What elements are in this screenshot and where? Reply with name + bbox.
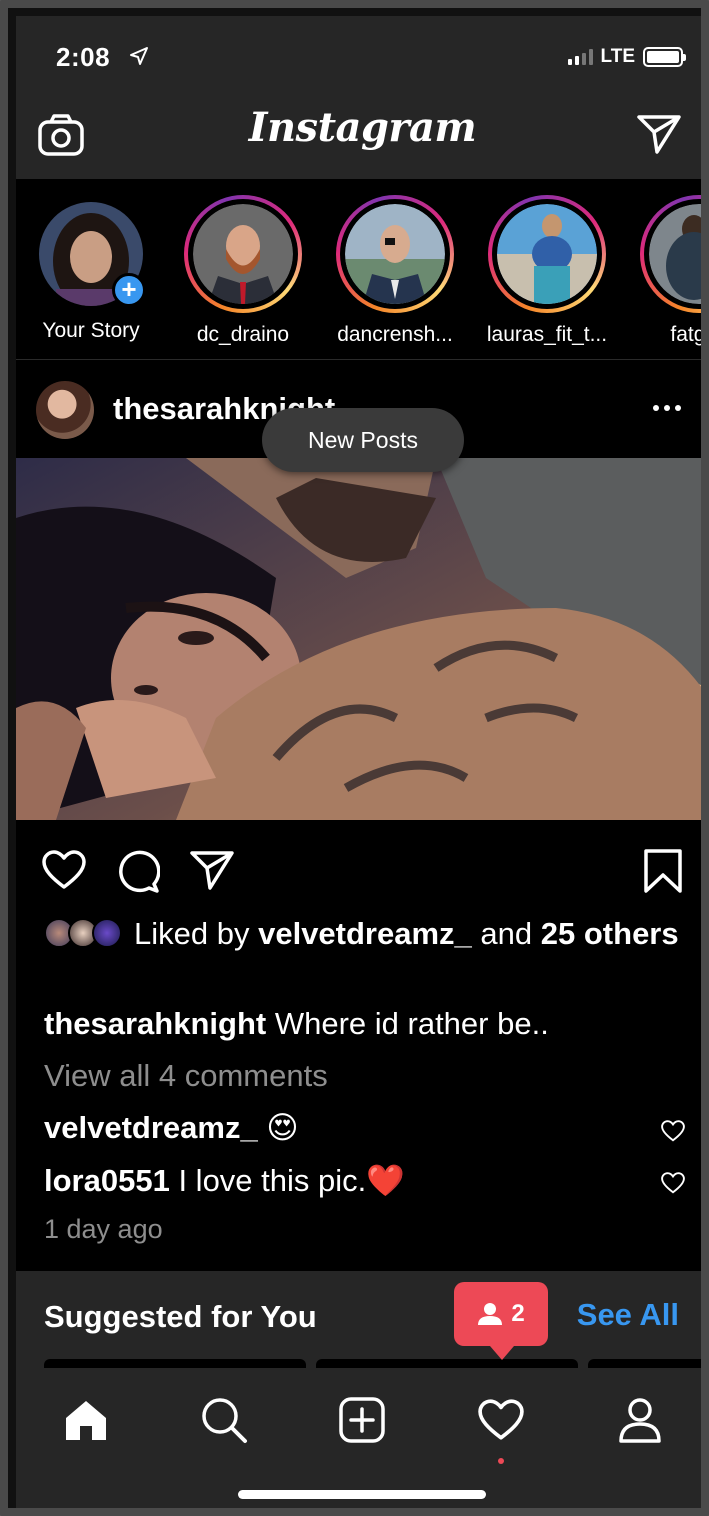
story-name: Your Story [42,319,140,342]
phone-frame: 2:08 LTE Instagram + Your Story dc_drain… [0,0,709,1516]
avatar [649,204,701,304]
comment-like-icon[interactable] [661,1172,685,1194]
see-all-link[interactable]: See All [577,1297,679,1333]
network-label: LTE [600,46,635,67]
more-options-icon[interactable] [653,405,681,411]
caption-user[interactable]: thesarahknight [44,1006,266,1041]
post-timestamp: 1 day ago [44,1214,163,1244]
direct-message-icon[interactable] [637,114,681,154]
post-actions [16,822,701,912]
story-dc-draino[interactable]: dc_draino [178,195,308,347]
tab-home[interactable] [56,1390,116,1450]
new-posts-button[interactable]: New Posts [262,408,464,472]
story-your-story[interactable]: + Your Story [26,195,156,343]
activity-dot [498,1458,504,1464]
tab-activity[interactable] [471,1390,531,1450]
likes-count[interactable]: 25 [541,916,575,951]
instagram-logo: Instagram [248,104,477,151]
bookmark-icon[interactable] [643,848,683,894]
story-name: lauras_fit_t... [486,323,608,346]
suggested-section: Suggested for You See All [16,1271,701,1389]
caption: thesarahknight Where id rather be.. [44,1006,549,1042]
avatar [345,204,445,304]
comment-text: 😍 [266,1110,299,1145]
status-right: LTE [567,46,686,68]
story-name: dancrensh... [337,323,453,346]
likes-prefix: Liked by [134,916,250,951]
story-dancrenshaw[interactable]: dancrensh... [330,195,460,347]
avatar [497,204,597,304]
story-fatgirlf[interactable]: fatgirlf [634,195,706,347]
comment-icon[interactable] [116,850,160,894]
signal-icon [567,49,593,65]
profile-icon [619,1398,661,1443]
tab-search[interactable] [194,1390,254,1450]
story-name: dc_draino [196,323,290,346]
suggested-title: Suggested for You [44,1299,317,1334]
location-arrow-icon [130,47,148,65]
share-icon[interactable] [190,850,234,890]
avatar[interactable] [36,381,94,439]
comment-row: lora0551 I love this pic.❤️ [44,1162,405,1199]
comment-row: velvetdreamz_ 😍 [44,1110,299,1146]
heart-icon [478,1399,524,1440]
post-photo[interactable] [16,458,701,820]
stories-tray: + Your Story dc_draino dancrensh... laur… [16,179,706,360]
screen: 2:08 LTE Instagram + Your Story dc_drain… [16,16,706,1508]
comment-user[interactable]: velvetdreamz_ [44,1110,258,1145]
follow-notification-badge[interactable]: 2 [454,1282,548,1360]
likes-and: and [480,916,533,951]
comment-text: I love this pic.❤️ [178,1163,405,1198]
comment-user[interactable]: lora0551 [44,1163,170,1198]
post-image [16,458,701,820]
notification-count: 2 [511,1300,525,1327]
story-lauras-fit[interactable]: lauras_fit_t... [482,195,612,347]
home-icon [66,1401,106,1440]
add-post-icon [339,1397,385,1443]
add-story-icon[interactable]: + [112,273,146,307]
view-all-comments[interactable]: View all 4 comments [44,1058,328,1094]
comment-like-icon[interactable] [661,1120,685,1142]
liker-avatars [44,918,128,948]
tab-bar [16,1368,701,1508]
tab-profile[interactable] [610,1390,670,1450]
likes-summary[interactable]: Liked by velvetdreamz_ and 25 others [44,914,694,954]
status-time: 2:08 [56,42,111,72]
tab-new-post[interactable] [332,1390,392,1450]
home-indicator[interactable] [238,1490,486,1499]
top-bar: 2:08 LTE Instagram [16,16,701,179]
caption-text: Where id rather be.. [274,1006,549,1041]
avatar [193,204,293,304]
battery-icon [643,47,686,67]
heart-icon[interactable] [42,850,86,890]
likes-user[interactable]: velvetdreamz_ [258,916,472,951]
likes-others[interactable]: others [584,916,679,951]
story-name: fatgirlf [670,323,706,346]
person-icon [478,1303,503,1325]
search-icon [202,1398,247,1443]
